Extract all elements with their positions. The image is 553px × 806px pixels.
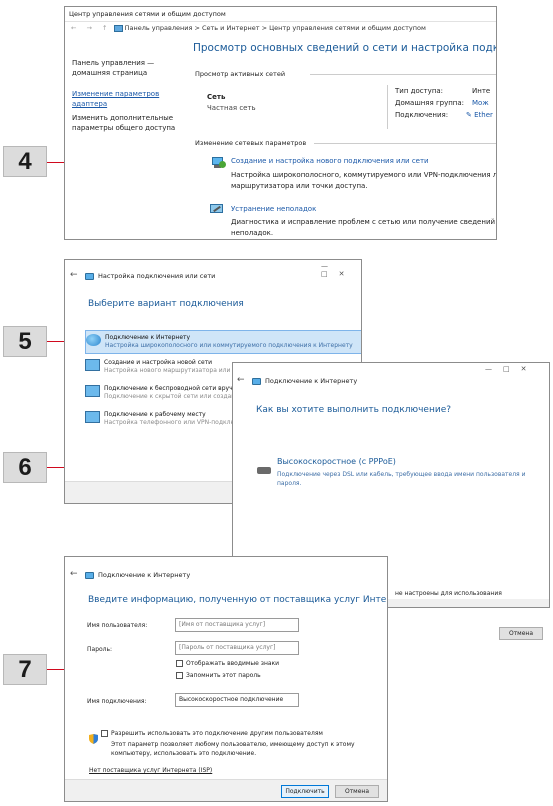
cancel-button[interactable]: Отмена	[335, 785, 379, 798]
pppoe-option-desc1: Подключение через DSL или кабель, требую…	[277, 471, 526, 478]
dialog-title: Как вы хотите выполнить подключение?	[256, 405, 452, 415]
network-name: Сеть	[207, 93, 226, 101]
pppoe-option-title[interactable]: Высокоскоростное (с PPPoE)	[277, 457, 396, 466]
homegroup-label: Домашняя группа:	[395, 99, 465, 107]
option-title: Создание и настройка новой сети	[104, 359, 213, 366]
router-icon	[85, 359, 100, 371]
username-label: Имя пользователя:	[87, 622, 148, 629]
create-connection-desc2: маршрутизатора или точки доступа.	[231, 182, 368, 190]
connect-button[interactable]: Подключить	[281, 785, 329, 798]
allow-others-label: Разрешить использовать это подключение д…	[111, 730, 323, 737]
sidebar-sharing-line2[interactable]: параметры общего доступа	[72, 124, 175, 132]
window-controls[interactable]: —□✕	[485, 365, 537, 373]
show-chars-label: Отображать вводимые знаки	[186, 660, 280, 667]
troubleshoot-icon	[210, 204, 224, 216]
allow-others-desc2: компьютеру, использовать это подключение…	[111, 750, 257, 757]
navigation-bar: ← → ↑ Панель управления > Сеть и Интерне…	[71, 24, 426, 32]
divider	[314, 143, 496, 144]
breadcrumb[interactable]: Панель управления > Сеть и Интернет > Це…	[125, 24, 426, 32]
sidebar-adapter-link-line2[interactable]: адаптера	[72, 100, 107, 108]
page-title: Просмотр основных сведений о сети и наст…	[193, 42, 496, 54]
back-arrow-icon[interactable]: ←	[237, 375, 245, 385]
title-separator	[65, 21, 496, 22]
option-title: Подключение к рабочему месту	[104, 411, 206, 418]
troubleshoot-desc2: неполадок.	[231, 229, 274, 237]
password-input[interactable]: [Пароль от поставщика услуг]	[175, 641, 299, 655]
create-connection-desc1: Настройка широкополосного, коммутируемог…	[231, 171, 497, 179]
back-arrow-icon[interactable]: ←	[70, 270, 78, 280]
homegroup-value[interactable]: Мож	[472, 99, 489, 107]
isp-credentials-dialog: ← Подключение к Интернету Введите информ…	[64, 556, 388, 802]
left-sidebar: Панель управления — домашняя страница Из…	[65, 35, 189, 239]
connections-label: Подключения:	[395, 111, 449, 119]
remember-password-label: Запомнить этот пароль	[186, 672, 261, 679]
username-input[interactable]: [Имя от поставщика услуг]	[175, 618, 299, 632]
troubleshoot-link[interactable]: Устранение неполадок	[231, 205, 316, 213]
connection-icon	[85, 572, 94, 579]
ethernet-icon: ✎	[466, 111, 475, 119]
option-desc: Настройка широкополосного или коммутируе…	[105, 342, 353, 349]
connection-name-input[interactable]: Высокоскоростное подключение	[175, 693, 299, 707]
wireless-icon	[85, 385, 100, 397]
new-connection-icon	[210, 157, 226, 169]
connection-icon	[252, 378, 261, 385]
globe-icon	[86, 334, 101, 346]
option-title: Подключение к Интернету	[105, 334, 191, 341]
allow-others-checkbox[interactable]	[101, 730, 108, 737]
modem-icon	[257, 467, 271, 474]
shield-icon	[89, 729, 98, 744]
nav-arrows-icon[interactable]: ← → ↑	[71, 24, 111, 32]
network-type: Частная сеть	[207, 104, 256, 112]
step-badge-6: 6	[3, 452, 47, 483]
no-isp-link[interactable]: Нет поставщика услуг Интернета (ISP)	[89, 767, 212, 774]
create-connection-link[interactable]: Создание и настройка нового подключения …	[231, 157, 429, 165]
allow-others-desc1: Этот параметр позволяет любому пользоват…	[111, 741, 355, 748]
sidebar-home-line2[interactable]: домашняя страница	[72, 69, 147, 77]
option-desc: Настройка телефонного или VPN-подклю	[104, 419, 236, 426]
connection-name-label: Имя подключения:	[87, 698, 147, 705]
network-sharing-center-window: Центр управления сетями и общим доступом…	[64, 6, 497, 240]
dialog-footer: Подключить Отмена	[65, 779, 387, 801]
sidebar-home-line1[interactable]: Панель управления —	[72, 59, 154, 67]
workplace-icon	[85, 411, 100, 423]
active-networks-header: Просмотр активных сетей	[195, 70, 286, 78]
sidebar-adapter-link[interactable]: Изменение параметров	[72, 90, 159, 98]
dialog-header: Настройка подключения или сети	[98, 272, 216, 280]
bottom-note: не настроены для использования	[395, 590, 502, 597]
dialog-header: Подключение к Интернету	[98, 571, 191, 579]
show-chars-checkbox[interactable]	[176, 660, 183, 667]
access-type-label: Тип доступа:	[395, 87, 444, 95]
pppoe-option-desc2: пароля.	[277, 480, 302, 487]
sidebar-sharing-line1[interactable]: Изменить дополнительные	[72, 114, 173, 122]
option-internet[interactable]: Подключение к Интернету Настройка широко…	[85, 330, 361, 354]
remember-password-checkbox[interactable]	[176, 672, 183, 679]
option-desc: Подключение к скрытой сети или создан	[104, 393, 236, 400]
network-setup-icon	[85, 273, 94, 280]
step-badge-4: 4	[3, 146, 47, 177]
dialog-header: Подключение к Интернету	[265, 377, 358, 385]
dialog-title: Выберите вариант подключения	[88, 299, 244, 309]
back-arrow-icon[interactable]: ←	[70, 569, 78, 579]
connections-value-text: Ether	[474, 111, 493, 119]
connections-value[interactable]: ✎ Ether	[466, 111, 493, 119]
window-controls[interactable]: —□✕	[321, 262, 361, 278]
access-type-value: Инте	[472, 87, 491, 95]
option-title: Подключение к беспроводной сети вручную	[104, 385, 246, 392]
divider	[310, 74, 496, 75]
password-label: Пароль:	[87, 646, 113, 653]
vertical-divider	[387, 85, 388, 129]
network-folder-icon	[113, 24, 123, 32]
cancel-button[interactable]: Отмена	[499, 627, 543, 640]
change-settings-header: Изменение сетевых параметров	[195, 139, 307, 147]
dialog-title: Введите информацию, полученную от постав…	[88, 595, 388, 605]
step-badge-7: 7	[3, 654, 47, 685]
window-title: Центр управления сетями и общим доступом	[69, 10, 226, 18]
step-badge-5: 5	[3, 326, 47, 357]
troubleshoot-desc1: Диагностика и исправление проблем с сеть…	[231, 218, 497, 226]
